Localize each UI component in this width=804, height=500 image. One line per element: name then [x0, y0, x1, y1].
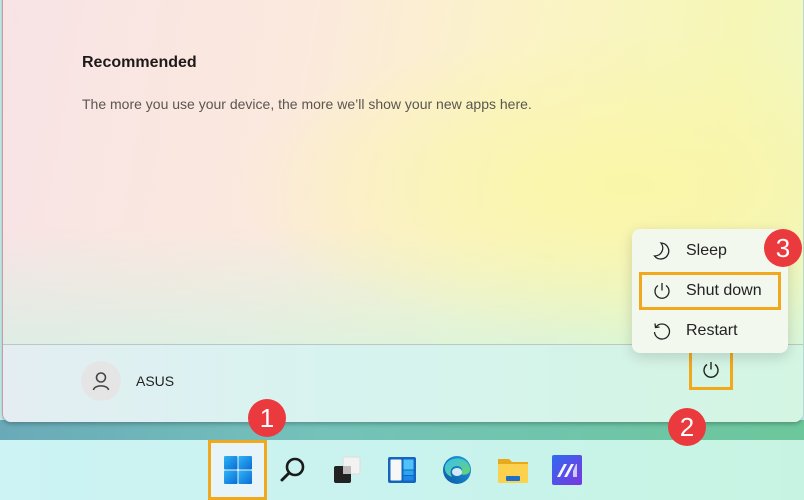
taskbar-task-view-button[interactable]: [329, 452, 365, 488]
task-view-icon: [334, 456, 361, 483]
sleep-label: Sleep: [686, 242, 727, 259]
myasus-icon: [552, 455, 582, 485]
power-icon: [652, 281, 672, 301]
taskbar-start-button[interactable]: [220, 452, 256, 488]
windows-logo-icon: [224, 456, 252, 484]
step-badge-2: 2: [668, 408, 706, 446]
search-icon: [280, 457, 305, 482]
moon-icon: [652, 241, 672, 261]
power-menu-restart[interactable]: Restart: [632, 311, 788, 351]
taskbar-widgets-button[interactable]: [384, 452, 420, 488]
widgets-icon: [388, 457, 416, 483]
taskbar-search-button[interactable]: [275, 452, 311, 488]
recommended-description: The more you use your device, the more w…: [82, 96, 532, 112]
taskbar-file-explorer-button[interactable]: [495, 452, 531, 488]
power-menu-shut-down[interactable]: Shut down: [632, 271, 788, 311]
user-name: ASUS: [136, 373, 175, 389]
shut-down-label: Shut down: [686, 282, 762, 299]
step-badge-3: 3: [764, 229, 802, 267]
restart-label: Restart: [686, 322, 738, 339]
avatar: [81, 361, 121, 401]
power-icon: [703, 362, 719, 378]
user-icon: [92, 372, 110, 391]
user-account-button[interactable]: ASUS: [81, 361, 174, 401]
recommended-heading: Recommended: [82, 54, 197, 71]
step-badge-1: 1: [248, 399, 286, 437]
taskbar-myasus-button[interactable]: [549, 452, 585, 488]
folder-icon: [498, 459, 528, 483]
edge-icon: [443, 456, 471, 484]
start-menu: Recommended The more you use your device…: [2, 0, 803, 422]
power-button[interactable]: [689, 350, 733, 390]
restart-icon: [652, 321, 672, 341]
taskbar-edge-button[interactable]: [439, 452, 475, 488]
